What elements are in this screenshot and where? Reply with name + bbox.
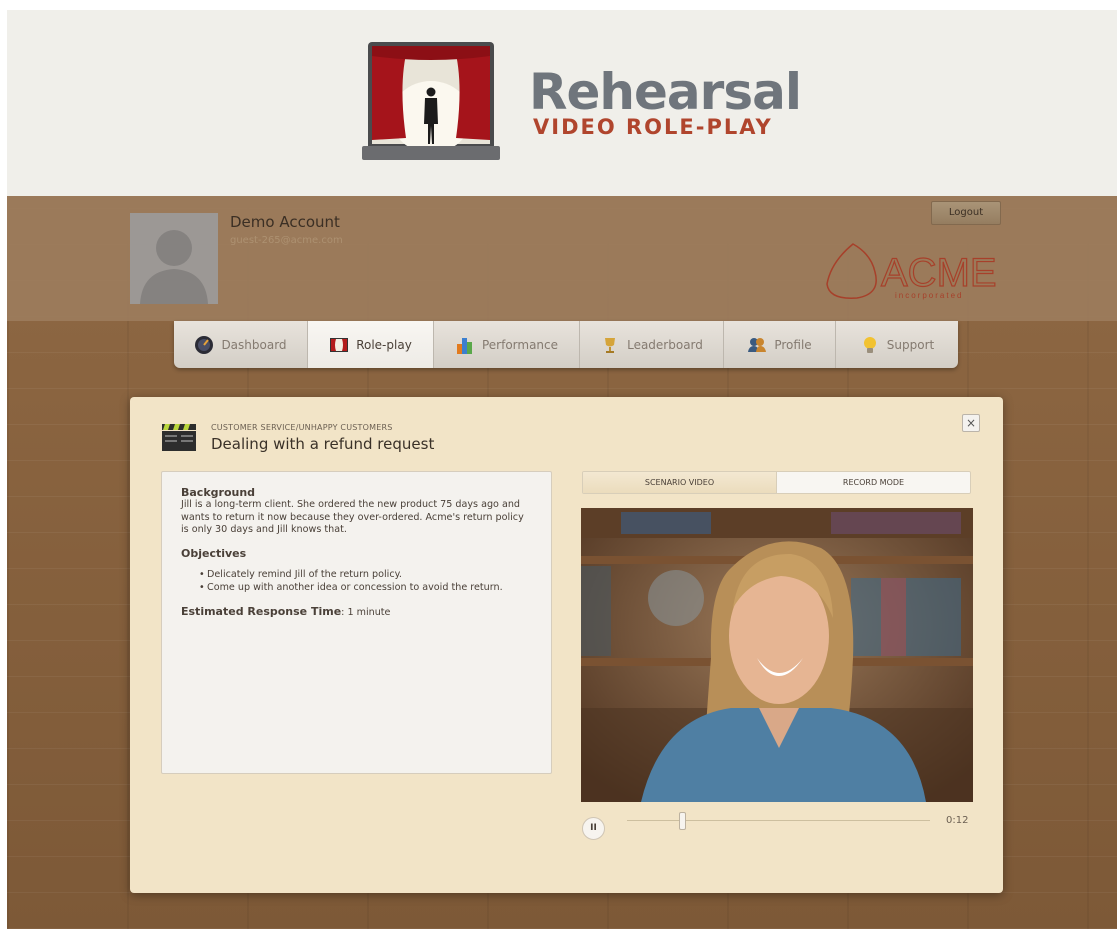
nav-label: Performance (481, 337, 559, 352)
scenario-category: CUSTOMER SERVICE/UNHAPPY CUSTOMERS (211, 423, 393, 432)
acme-logo-subtext: incorporated (895, 291, 963, 300)
acme-company-logo: ACME incorporated (826, 243, 997, 300)
objective-item: Come up with another idea or concession … (181, 581, 532, 594)
video-time: 0:12 (946, 815, 969, 826)
background-text: Jill is a long-term client. She ordered … (181, 499, 524, 535)
objective-item: Delicately remind Jill of the return pol… (181, 568, 532, 581)
people-icon (748, 337, 767, 352)
logout-button[interactable]: Logout (931, 201, 1001, 225)
estimated-response-time: Estimated Response Time: 1 minute (181, 605, 532, 618)
nav-item-profile[interactable]: Profile (724, 321, 836, 368)
nav-item-support[interactable]: Support (836, 321, 958, 368)
dashboard-gauge-icon (195, 335, 214, 354)
app-header: Rehearsal VIDEO ROLE-PLAY (7, 10, 1117, 196)
bar-chart-icon (456, 337, 472, 354)
main-nav: Dashboard Role-play Performance Leaderbo… (174, 321, 958, 368)
account-strip: Demo Account guest-265@acme.com Logout A… (7, 196, 1117, 321)
pause-icon: II (590, 823, 597, 833)
objectives-list: Delicately remind Jill of the return pol… (181, 568, 532, 594)
nav-item-performance[interactable]: Performance (434, 321, 580, 368)
scenario-video-player[interactable] (581, 508, 973, 802)
clapperboard-icon (162, 424, 196, 451)
trophy-icon (605, 337, 616, 353)
nav-label: Leaderboard (627, 337, 703, 352)
nav-label: Dashboard (221, 337, 287, 352)
scenario-modal: CUSTOMER SERVICE/UNHAPPY CUSTOMERS Deali… (130, 397, 1003, 893)
nav-label: Support (886, 337, 935, 352)
theater-stage-icon (330, 337, 349, 352)
account-name: Demo Account (230, 213, 340, 231)
video-mode-tabs: SCENARIO VIDEO RECORD MODE (582, 471, 971, 494)
acme-logo-text: ACME (881, 251, 997, 295)
scenario-title: Dealing with a refund request (211, 435, 435, 453)
brand-title: Rehearsal (529, 63, 802, 121)
account-email: guest-265@acme.com (230, 235, 343, 246)
wood-background: Rehearsal VIDEO ROLE-PLAY Demo Account g… (7, 10, 1117, 929)
estimated-label: Estimated Response Time (181, 604, 342, 618)
brand-subtitle: VIDEO ROLE-PLAY (533, 115, 773, 139)
play-pause-button[interactable]: II (582, 817, 605, 840)
video-progress-bar[interactable] (627, 812, 930, 830)
avatar (130, 213, 218, 304)
tab-scenario-video[interactable]: SCENARIO VIDEO (583, 472, 776, 493)
video-frame-image (581, 508, 973, 802)
nav-item-dashboard[interactable]: Dashboard (174, 321, 308, 368)
nav-item-leaderboard[interactable]: Leaderboard (580, 321, 724, 368)
background-heading: Background (181, 486, 256, 499)
objectives-heading: Objectives (181, 546, 247, 560)
lightbulb-icon (863, 336, 876, 353)
progress-handle[interactable] (678, 812, 686, 830)
close-icon: × (965, 416, 977, 430)
nav-label: Role-play (356, 337, 412, 352)
close-button[interactable]: × (962, 414, 980, 432)
theater-stage-logo-icon (362, 42, 500, 160)
scenario-info-panel: Background Jill is a long-term client. S… (161, 471, 552, 774)
nav-label: Profile (774, 337, 812, 352)
estimated-value: : 1 minute (341, 606, 391, 618)
tab-record-mode[interactable]: RECORD MODE (776, 472, 970, 493)
nav-item-role-play[interactable]: Role-play (308, 321, 434, 368)
